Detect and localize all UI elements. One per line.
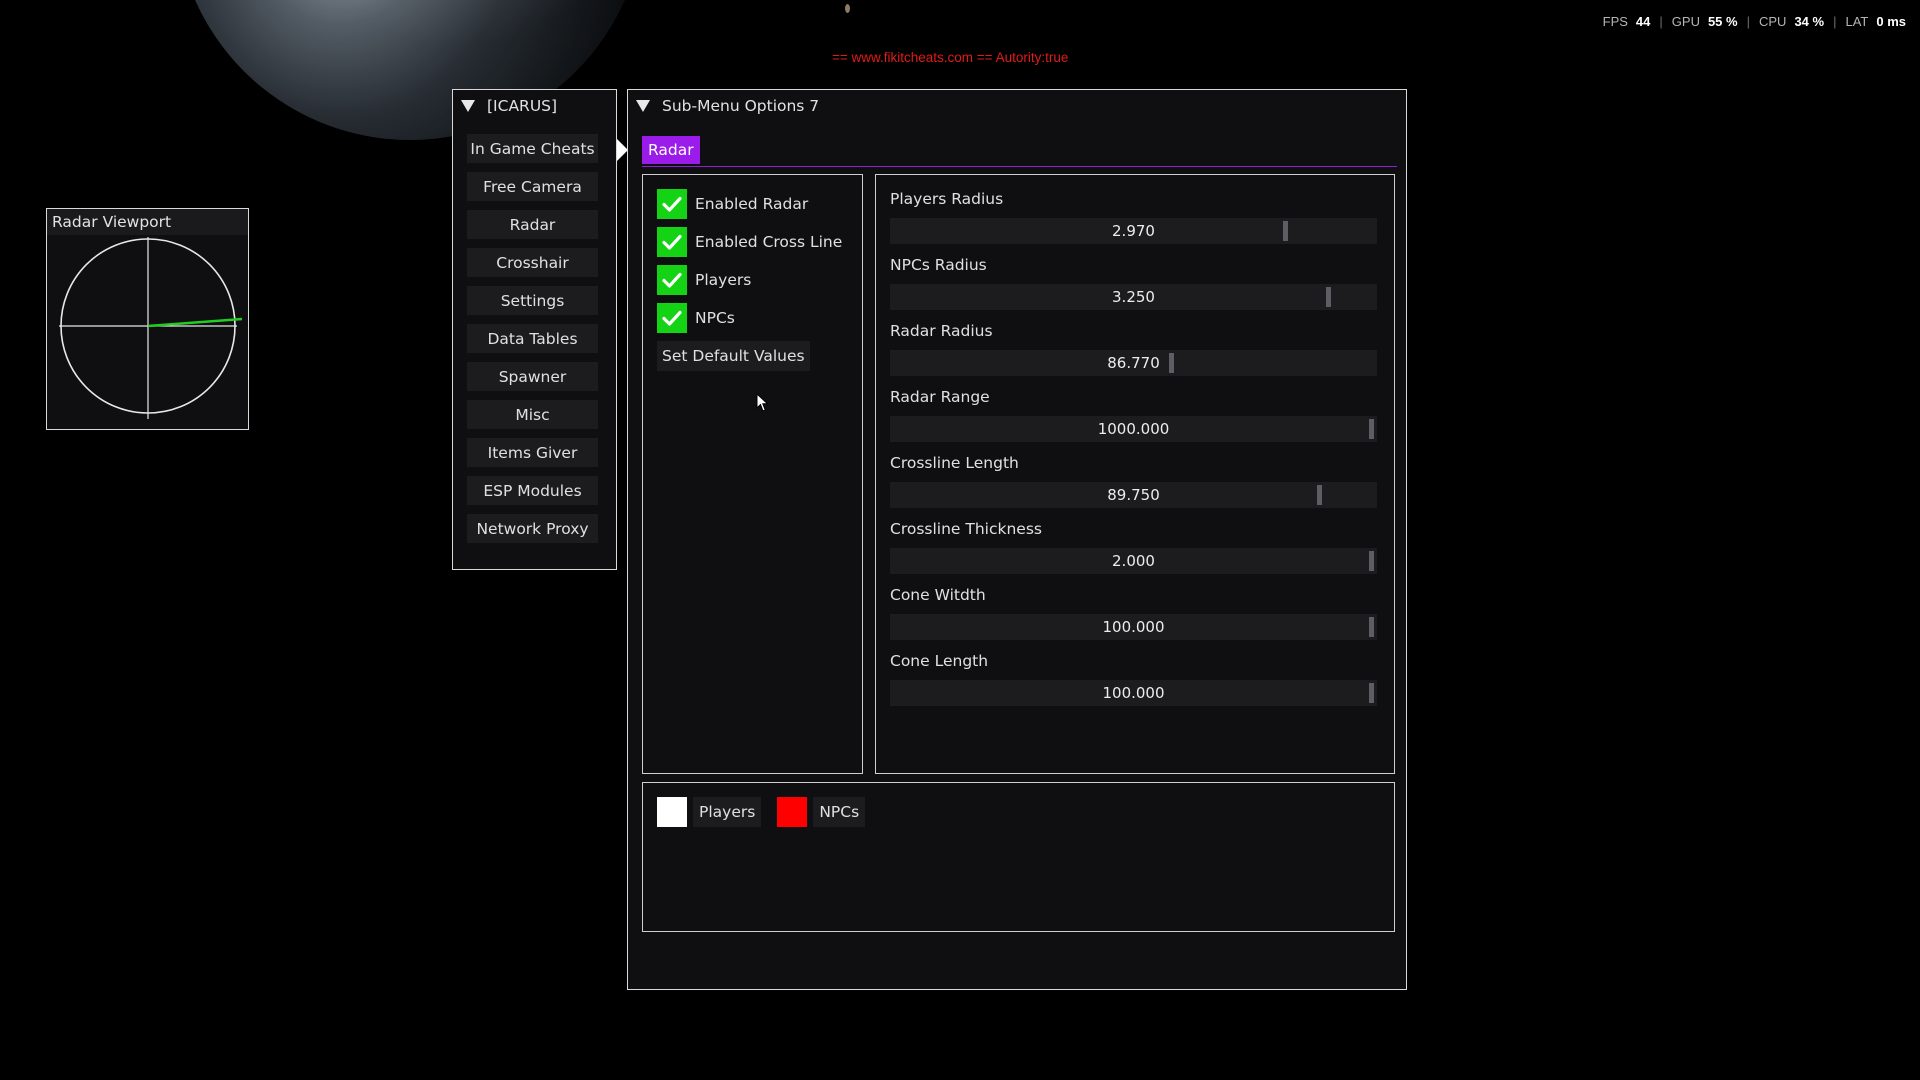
players-label: Players (695, 271, 752, 289)
radar-viewport-window[interactable]: Radar Viewport (46, 208, 249, 430)
watermark-banner: == www.fikitcheats.com == Autority:true (832, 50, 1069, 65)
radar-viewport-title[interactable]: Radar Viewport (47, 209, 248, 235)
stats-divider: | (1833, 14, 1837, 29)
players-checkbox[interactable]: Players (657, 265, 751, 295)
color-pickers-row: Players NPCs (657, 797, 881, 827)
radar-sliders-panel: Players Radius 2.970 NPCs Radius 3.250 R… (875, 174, 1395, 774)
enabled-radar-checkbox[interactable]: Enabled Radar (657, 189, 808, 219)
crossline-length-slider[interactable]: 89.750 (890, 482, 1377, 508)
enabled-cross-line-label: Enabled Cross Line (695, 233, 843, 251)
npcs-label: NPCs (695, 309, 735, 327)
npcs-radius-slider[interactable]: 3.250 (890, 284, 1377, 310)
collapse-triangle-icon[interactable] (461, 100, 475, 112)
menu-item-misc[interactable]: Misc (467, 400, 598, 429)
menu-item-data-tables[interactable]: Data Tables (467, 324, 598, 353)
slider-value: 89.750 (1107, 486, 1160, 504)
mouse-cursor-icon (756, 393, 769, 412)
players-radius-slider[interactable]: 2.970 (890, 218, 1377, 244)
lat-value: 0 ms (1876, 14, 1906, 29)
crossline-length-label: Crossline Length (890, 454, 1019, 472)
cone-width-label: Cone Witdth (890, 586, 986, 604)
cpu-label: CPU (1758, 14, 1787, 29)
npcs-color-label[interactable]: NPCs (813, 797, 866, 827)
icarus-menu-title-text: [ICARUS] (487, 97, 558, 115)
npcs-checkbox[interactable]: NPCs (657, 303, 735, 333)
stats-divider: | (1746, 14, 1750, 29)
fps-label: FPS (1602, 14, 1628, 29)
players-color-label[interactable]: Players (693, 797, 762, 827)
sub-menu-title-text: Sub-Menu Options 7 (662, 97, 820, 115)
moon-background (845, 4, 850, 13)
performance-stats: FPS 44 | GPU 55 % | CPU 34 % | LAT 0 ms (1603, 14, 1906, 29)
menu-item-items-giver[interactable]: Items Giver (467, 438, 598, 467)
menu-item-free-camera[interactable]: Free Camera (467, 172, 598, 201)
slider-value: 2.970 (1112, 222, 1155, 240)
icarus-menu-title[interactable]: [ICARUS] (453, 90, 616, 122)
cone-width-slider[interactable]: 100.000 (890, 614, 1377, 640)
radar-direction-line (147, 317, 243, 328)
set-default-values-button[interactable]: Set Default Values (657, 341, 810, 371)
checkmark-icon[interactable] (657, 303, 687, 333)
checkmark-icon[interactable] (657, 189, 687, 219)
menu-item-esp-modules[interactable]: ESP Modules (467, 476, 598, 505)
tab-bar: Radar (642, 136, 1397, 167)
slider-value: 100.000 (1102, 684, 1165, 702)
radar-toggles-panel: Enabled Radar Enabled Cross Line Players… (642, 174, 863, 774)
checkmark-icon[interactable] (657, 227, 687, 257)
cpu-value: 34 % (1794, 14, 1825, 29)
slider-value: 2.000 (1112, 552, 1155, 570)
menu-item-spawner[interactable]: Spawner (467, 362, 598, 391)
lat-label: LAT (1845, 14, 1869, 29)
checkmark-icon[interactable] (657, 265, 687, 295)
menu-list: In Game Cheats Free Camera Radar Crossha… (467, 134, 598, 552)
collapse-triangle-icon[interactable] (636, 100, 650, 112)
gpu-label: GPU (1671, 14, 1700, 29)
enabled-cross-line-checkbox[interactable]: Enabled Cross Line (657, 227, 842, 257)
slider-value: 100.000 (1102, 618, 1165, 636)
players-radius-label: Players Radius (890, 190, 1004, 208)
cone-length-label: Cone Length (890, 652, 989, 670)
menu-item-crosshair[interactable]: Crosshair (467, 248, 598, 277)
radar-range-slider[interactable]: 1000.000 (890, 416, 1377, 442)
npcs-color-swatch[interactable] (777, 797, 808, 827)
cone-length-slider[interactable]: 100.000 (890, 680, 1377, 706)
gpu-value: 55 % (1707, 14, 1738, 29)
enabled-radar-label: Enabled Radar (695, 195, 809, 213)
menu-item-radar[interactable]: Radar (467, 210, 598, 239)
icarus-menu-window[interactable]: [ICARUS] In Game Cheats Free Camera Rada… (452, 89, 617, 570)
slider-value: 3.250 (1112, 288, 1155, 306)
radar-range-label: Radar Range (890, 388, 990, 406)
crossline-thickness-slider[interactable]: 2.000 (890, 548, 1377, 574)
menu-item-settings[interactable]: Settings (467, 286, 598, 315)
radar-colors-panel: Players NPCs (642, 782, 1395, 932)
fps-value: 44 (1635, 14, 1651, 29)
menu-item-in-game-cheats[interactable]: In Game Cheats (467, 134, 598, 163)
slider-value: 1000.000 (1097, 420, 1170, 438)
players-color-swatch[interactable] (657, 797, 687, 827)
sub-menu-title[interactable]: Sub-Menu Options 7 (628, 90, 1406, 122)
sub-menu-window[interactable]: Sub-Menu Options 7 Radar Enabled Radar E… (627, 89, 1407, 990)
crossline-thickness-label: Crossline Thickness (890, 520, 1042, 538)
npcs-radius-label: NPCs Radius (890, 256, 987, 274)
radar-radius-slider[interactable]: 86.770 (890, 350, 1377, 376)
menu-item-network-proxy[interactable]: Network Proxy (467, 514, 598, 543)
stats-divider: | (1659, 14, 1663, 29)
radar-radius-label: Radar Radius (890, 322, 993, 340)
tab-radar[interactable]: Radar (642, 136, 700, 164)
radar-display (59, 237, 243, 419)
slider-value: 86.770 (1107, 354, 1160, 372)
